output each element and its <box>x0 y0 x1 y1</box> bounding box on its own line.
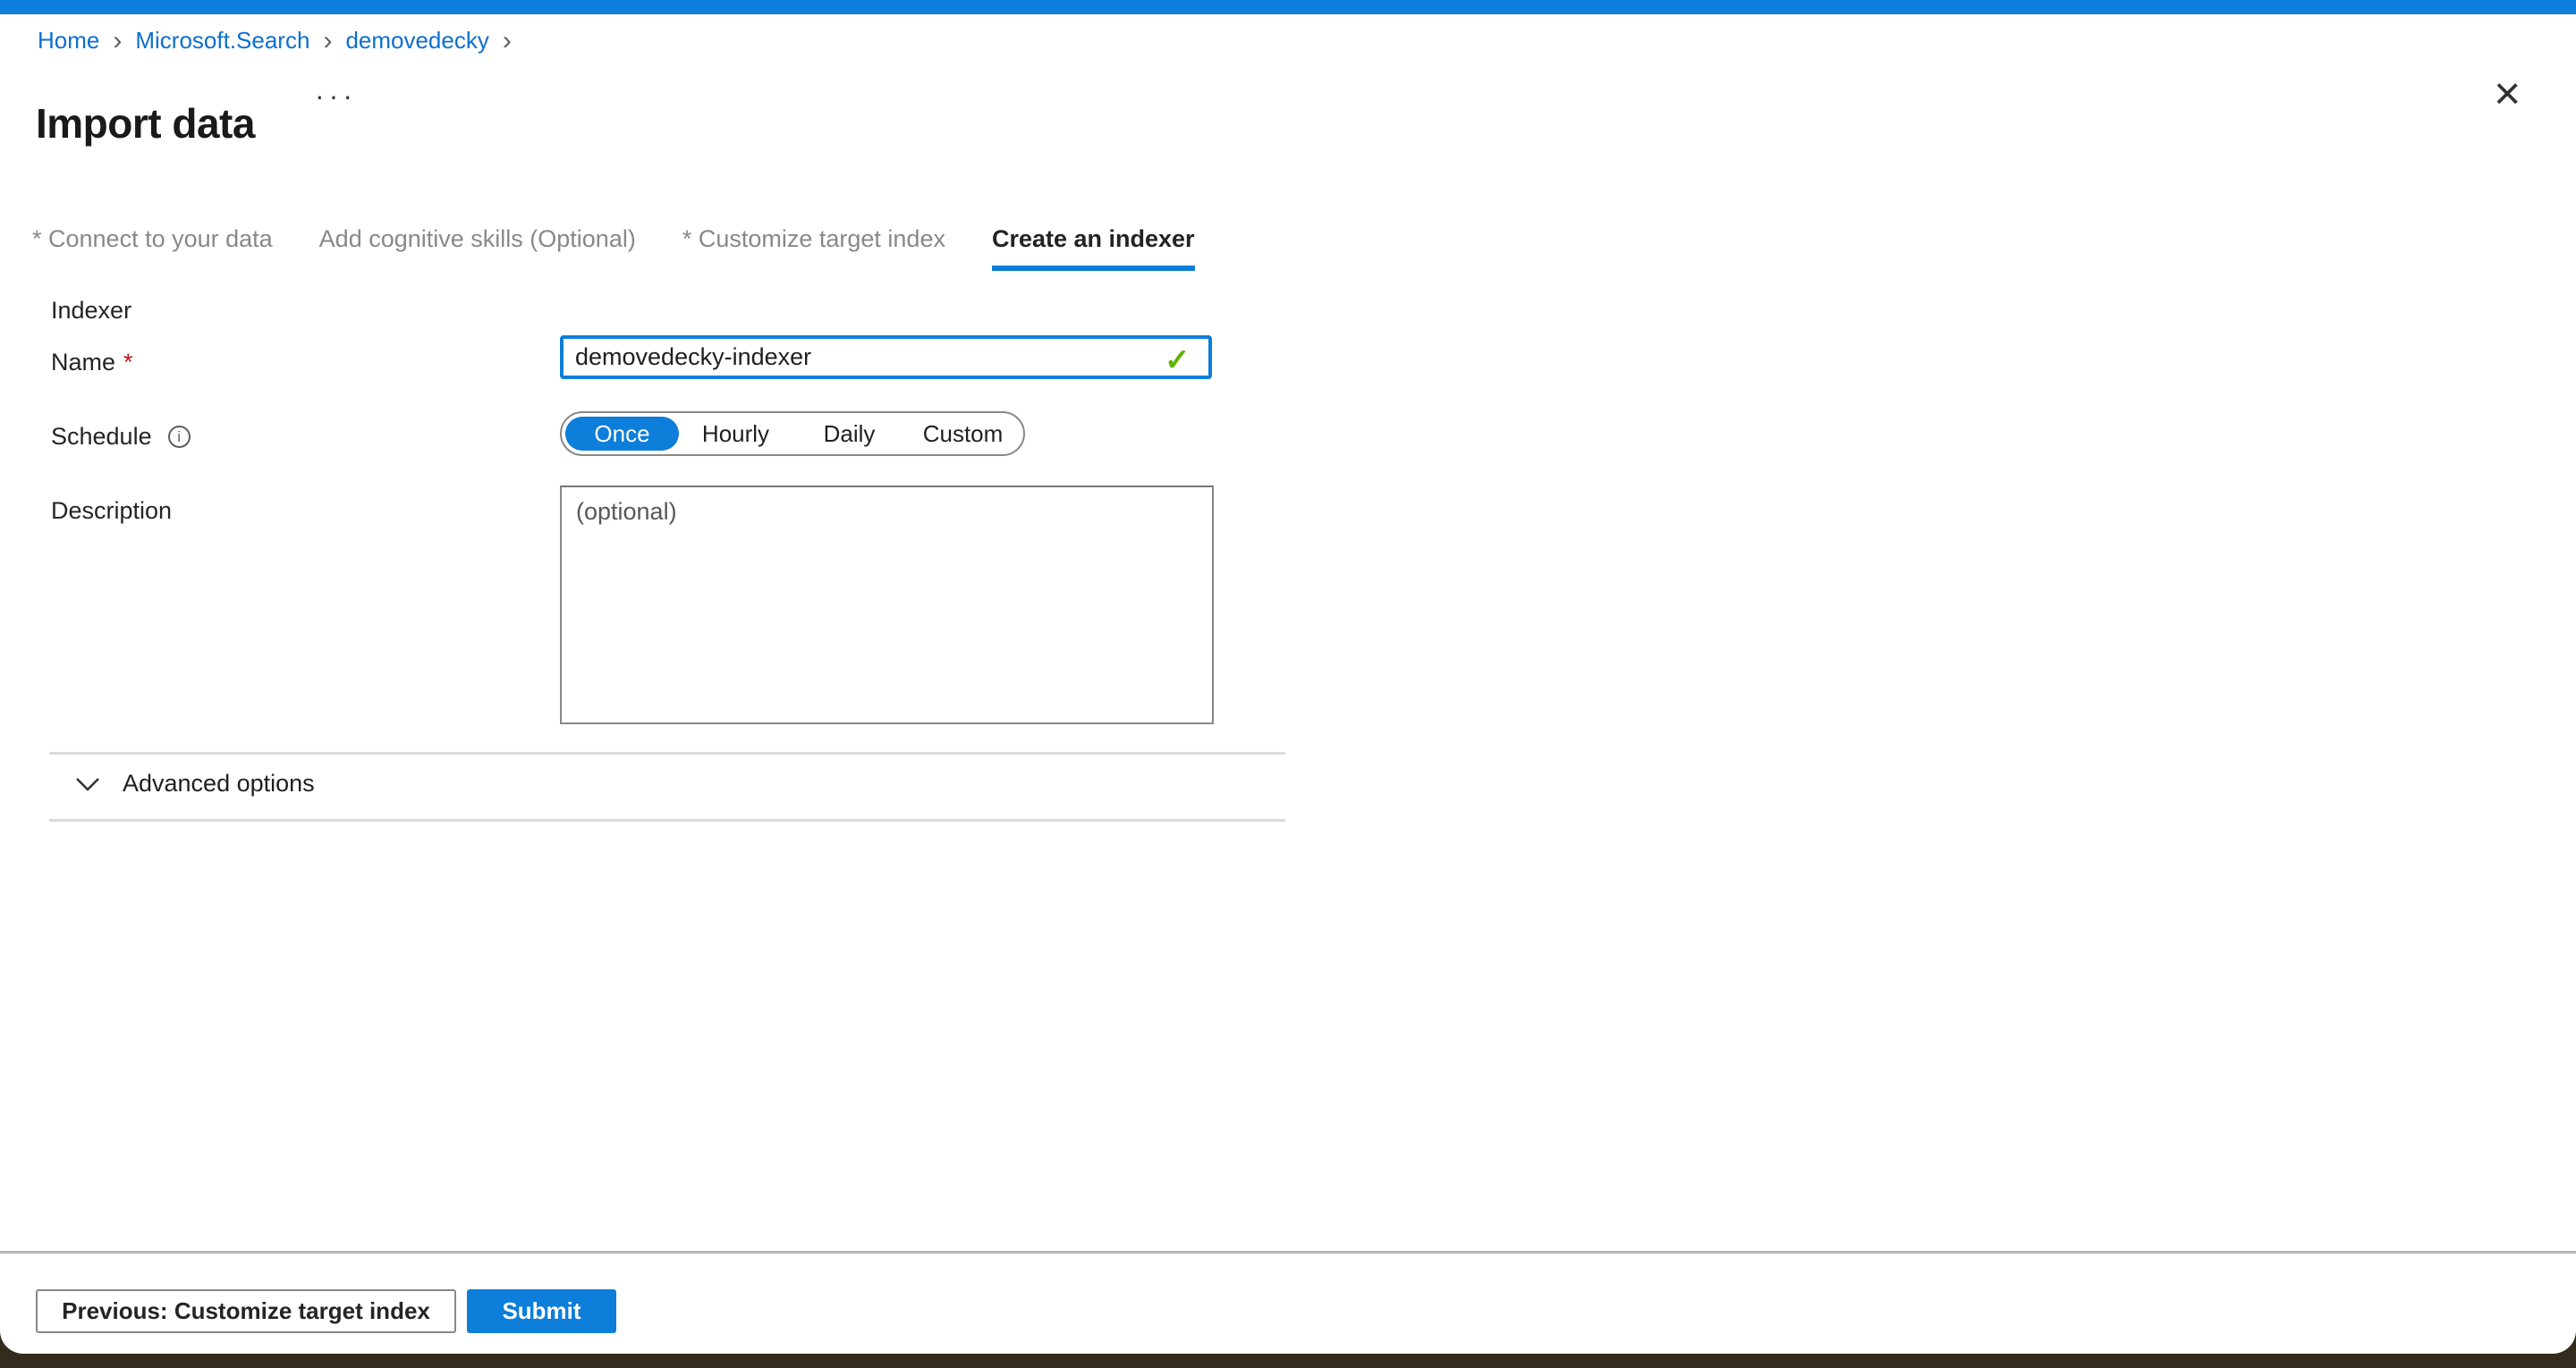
schedule-option-custom[interactable]: Custom <box>906 417 1020 451</box>
page-title: Import data <box>36 99 255 148</box>
portal-accent-bar <box>0 0 2576 14</box>
name-label-text: Name <box>51 349 115 376</box>
breadcrumb: Home › Microsoft.Search › demovedecky › <box>38 27 512 55</box>
divider <box>49 819 1285 822</box>
chevron-down-icon <box>74 776 101 792</box>
more-options-icon[interactable]: ··· <box>309 79 362 114</box>
breadcrumb-microsoft-search-link[interactable]: Microsoft.Search <box>135 27 309 55</box>
schedule-option-hourly[interactable]: Hourly <box>679 417 792 451</box>
indexer-name-input[interactable] <box>560 335 1212 379</box>
wizard-tabs: * Connect to your data Add cognitive ski… <box>32 225 1195 271</box>
import-data-dialog: Home › Microsoft.Search › demovedecky › … <box>0 0 2576 1354</box>
divider <box>49 752 1285 755</box>
description-label: Description <box>51 497 172 525</box>
submit-button[interactable]: Submit <box>467 1289 616 1333</box>
schedule-label-text: Schedule <box>51 423 152 451</box>
breadcrumb-demovedecky-link[interactable]: demovedecky <box>345 27 488 55</box>
advanced-options-label: Advanced options <box>123 770 315 798</box>
breadcrumb-home-link[interactable]: Home <box>38 27 99 55</box>
schedule-option-daily[interactable]: Daily <box>792 417 906 451</box>
tab-create-an-indexer[interactable]: Create an indexer <box>992 225 1195 271</box>
required-asterisk: * <box>123 349 133 376</box>
schedule-segmented-control: Once Hourly Daily Custom <box>560 411 1025 456</box>
tab-add-cognitive-skills[interactable]: Add cognitive skills (Optional) <box>319 225 636 271</box>
previous-step-button[interactable]: Previous: Customize target index <box>36 1289 456 1333</box>
description-label-text: Description <box>51 497 172 525</box>
breadcrumb-separator-icon: › <box>113 30 122 53</box>
breadcrumb-separator-icon: › <box>323 30 332 53</box>
valid-check-icon: ✓ <box>1165 342 1191 378</box>
description-textarea[interactable] <box>560 486 1214 724</box>
advanced-options-toggle[interactable]: Advanced options <box>69 769 320 798</box>
indexer-section-title: Indexer <box>51 297 131 325</box>
close-icon[interactable]: × <box>2488 70 2526 118</box>
schedule-label: Schedule i <box>51 423 191 451</box>
breadcrumb-separator-icon: › <box>503 30 512 53</box>
name-label: Name * <box>51 349 133 376</box>
tab-connect-to-your-data[interactable]: * Connect to your data <box>32 225 273 271</box>
footer-divider <box>0 1251 2576 1254</box>
info-icon[interactable]: i <box>168 426 191 448</box>
tab-customize-target-index[interactable]: * Customize target index <box>682 225 945 271</box>
schedule-option-once[interactable]: Once <box>565 417 679 451</box>
